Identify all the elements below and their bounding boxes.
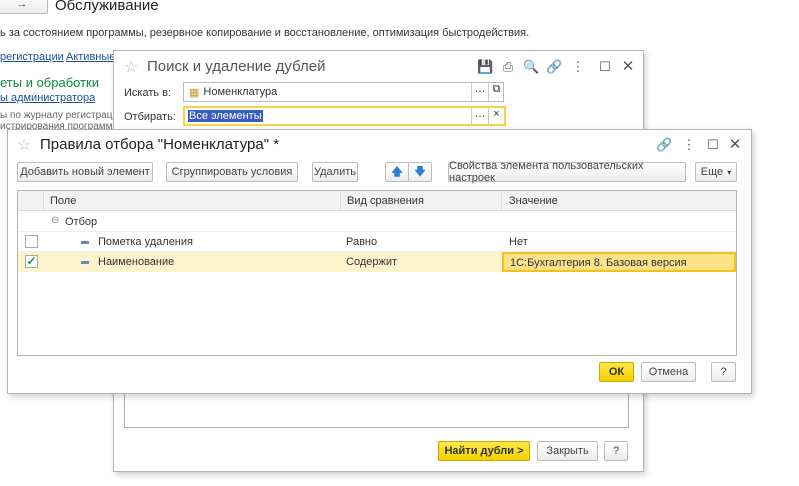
table-header: Поле Вид сравнения Значение	[18, 191, 736, 211]
section-heading: еты и обработки	[0, 75, 100, 90]
more-icon[interactable]: ⋮	[681, 137, 697, 153]
delete-button[interactable]: Удалить	[312, 162, 358, 182]
add-element-button[interactable]: Добавить новый элемент	[17, 162, 153, 182]
close-icon[interactable]: ✕	[727, 135, 743, 153]
dropdown-icon: ▾	[727, 167, 732, 177]
column-header-value[interactable]: Значение	[509, 195, 558, 207]
close-button[interactable]: Закрыть	[537, 441, 598, 461]
ok-button[interactable]: ОК	[599, 362, 634, 382]
value-cell-editing[interactable]: 1С:Бухгалтерия 8. Базовая версия	[502, 252, 736, 272]
table-row[interactable]: Пометка удаления Равно Нет	[18, 232, 736, 252]
rules-table: Поле Вид сравнения Значение ⊖ Отбор Поме…	[17, 190, 737, 356]
dialog-title: Поиск и удаление дублей	[147, 58, 326, 75]
more-button[interactable]: Еще ▾	[695, 162, 737, 182]
cancel-button[interactable]: Отмена	[641, 362, 696, 382]
filter-label: Отбирать:	[124, 111, 176, 123]
collapse-icon[interactable]: ⊖	[51, 215, 59, 226]
table-row-selected[interactable]: ✓ Наименование Содержит 1С:Бухгалтерия 8…	[18, 252, 736, 272]
favorite-star-icon[interactable]: ☆	[17, 135, 31, 155]
group-conditions-button[interactable]: Сгруппировать условия	[166, 162, 298, 182]
more-icon[interactable]: ⋮	[570, 59, 586, 75]
field-icon	[81, 241, 89, 244]
maximize-icon[interactable]: ☐	[705, 137, 721, 153]
page-title: Обслуживание	[55, 0, 159, 14]
back-button[interactable]: →	[0, 0, 48, 14]
save-icon[interactable]: 💾	[477, 59, 493, 75]
dialog-title: Правила отбора "Номенклатура" *	[40, 136, 280, 153]
close-icon[interactable]: ✕	[620, 57, 636, 75]
clear-icon[interactable]: ×	[488, 108, 504, 124]
row-checkbox[interactable]	[25, 235, 38, 248]
help-button[interactable]: ?	[604, 441, 628, 461]
search-in-label: Искать в:	[124, 87, 172, 99]
catalog-icon: ▦	[189, 86, 200, 99]
select-button[interactable]: …	[471, 83, 488, 101]
column-header-comparison[interactable]: Вид сравнения	[347, 195, 424, 207]
column-header-field[interactable]: Поле	[50, 195, 76, 207]
filter-field[interactable]: Все элементы … ×	[183, 106, 506, 126]
maximize-icon[interactable]: ☐	[597, 59, 613, 75]
open-icon[interactable]: ⧉	[488, 83, 504, 101]
find-duplicates-button[interactable]: Найти дубли >	[438, 441, 530, 461]
arrow-right-icon: →	[16, 0, 28, 10]
search-in-field[interactable]: ▦ Номенклатура … ⧉	[183, 82, 504, 102]
table-row-group[interactable]: ⊖ Отбор	[18, 212, 736, 232]
section-text-1: ы по журналу регистрации	[0, 110, 124, 121]
link-icon[interactable]: 🔗	[656, 137, 672, 153]
select-button[interactable]: …	[471, 108, 488, 124]
move-up-button[interactable]: 🡅	[385, 162, 409, 182]
help-button[interactable]: ?	[711, 362, 736, 382]
move-down-button[interactable]: 🡇	[408, 162, 432, 182]
arrow-down-icon: 🡇	[414, 165, 426, 178]
preview-icon[interactable]: 🔍	[523, 59, 539, 75]
page-description: ь за состоянием программы, резервное коп…	[0, 27, 530, 39]
link-icon[interactable]: 🔗	[546, 59, 562, 75]
link-admin[interactable]: ы администратора	[0, 92, 95, 104]
field-icon	[81, 261, 89, 264]
print-icon[interactable]: ⎙	[500, 59, 516, 75]
filter-rules-dialog: ☆ Правила отбора "Номенклатура" * 🔗 ⋮ ☐ …	[7, 129, 752, 394]
favorite-star-icon[interactable]: ☆	[124, 57, 138, 77]
arrow-up-icon: 🡅	[391, 165, 403, 178]
link-registration[interactable]: регистрации	[0, 51, 64, 63]
element-properties-button[interactable]: Свойства элемента пользовательских настр…	[448, 160, 686, 184]
row-checkbox-checked[interactable]: ✓	[25, 255, 38, 268]
